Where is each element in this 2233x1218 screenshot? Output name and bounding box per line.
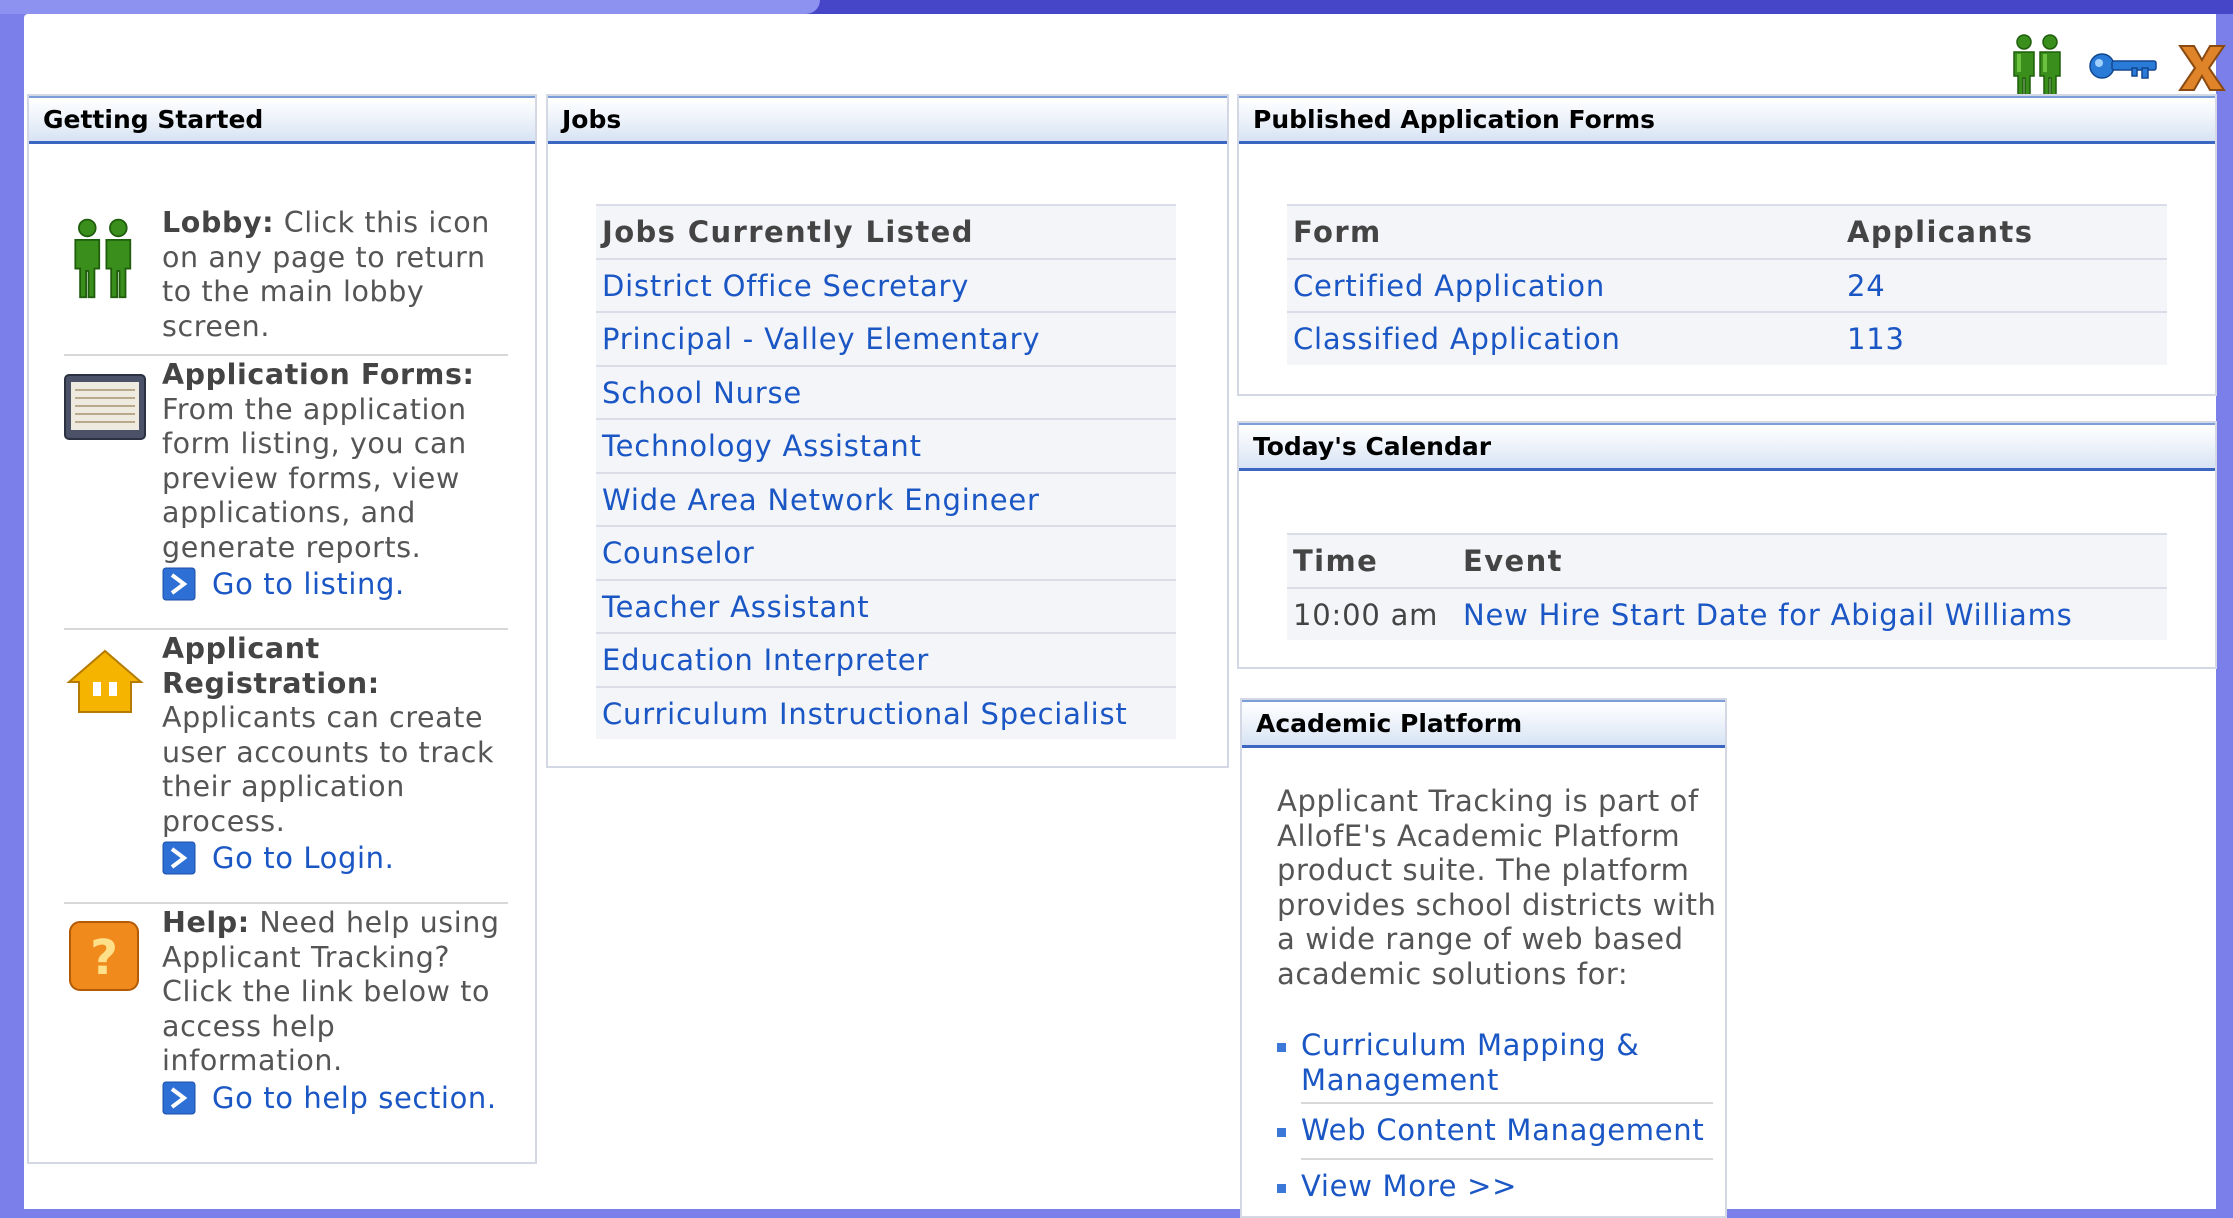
gs-lobby-heading: Lobby:: [162, 206, 275, 239]
published-forms-title: Published Application Forms: [1239, 96, 2215, 144]
svg-text:?: ?: [90, 930, 118, 986]
calendar-table-header-row: Time Event: [1287, 533, 2167, 587]
form-name-link[interactable]: Certified Application: [1293, 269, 1605, 303]
calendar-table: Time Event 10:00 am New Hire Start Date …: [1287, 533, 2167, 640]
gs-lobby-text: Lobby: Click this icon on any page to re…: [162, 206, 512, 344]
gs-registration-heading: Applicant Registration:: [162, 632, 380, 700]
academic-link-label[interactable]: View More >>: [1301, 1169, 1717, 1204]
gs-registration-desc: Applicants can create user accounts to t…: [162, 701, 495, 838]
form-name-link[interactable]: Classified Application: [1293, 322, 1621, 356]
academic-title: Academic Platform: [1242, 700, 1725, 748]
job-link[interactable]: Technology Assistant: [596, 418, 1176, 472]
bullet-icon: [1277, 1184, 1286, 1193]
gs-item-lobby: Lobby: Click this icon on any page to re…: [64, 206, 508, 356]
gs-item-registration: Applicant Registration: Applicants can c…: [64, 632, 508, 904]
academic-link-curriculum[interactable]: Curriculum Mapping & Management: [1277, 1028, 1717, 1098]
calendar-title: Today's Calendar: [1239, 423, 2215, 471]
academic-intro-text: Applicant Tracking is part of AllofE's A…: [1277, 784, 1717, 991]
form-applicant-count[interactable]: 113: [1847, 313, 1905, 365]
jobs-table: Jobs Currently Listed District Office Se…: [596, 204, 1176, 739]
calendar-col-event: Event: [1463, 544, 1563, 578]
jobs-panel: Jobs Jobs Currently Listed District Offi…: [546, 94, 1229, 768]
house-icon: [66, 649, 144, 713]
gs-item-help: ? Help: Need help using Applicant Tracki…: [64, 906, 508, 1146]
academic-platform-panel: Academic Platform Applicant Tracking is …: [1240, 698, 1727, 1218]
go-to-login-label[interactable]: Go to Login.: [212, 841, 394, 876]
gs-forms-text: Application Forms: From the application …: [162, 358, 512, 602]
window-tab-shape: [0, 0, 820, 14]
forms-table: Form Applicants Certified Application 24…: [1287, 204, 2167, 365]
lobby-people-icon: [74, 218, 132, 299]
table-row: 10:00 am New Hire Start Date for Abigail…: [1287, 586, 2167, 641]
getting-started-panel: Getting Started Lobby: Click this icon o…: [27, 94, 537, 1164]
getting-started-title: Getting Started: [29, 96, 535, 144]
job-link[interactable]: Curriculum Instructional Specialist: [596, 685, 1176, 740]
gs-forms-heading: Application Forms:: [162, 358, 475, 391]
forms-col-applicants: Applicants: [1847, 215, 2034, 249]
jobs-title: Jobs: [548, 96, 1227, 144]
divider: [1301, 1102, 1713, 1104]
go-to-help-label[interactable]: Go to help section.: [212, 1081, 497, 1116]
gs-help-heading: Help:: [162, 906, 250, 939]
forms-col-form: Form: [1293, 215, 1382, 249]
go-to-login-link[interactable]: Go to Login.: [162, 841, 512, 876]
job-link[interactable]: School Nurse: [596, 364, 1176, 419]
job-link[interactable]: District Office Secretary: [596, 257, 1176, 312]
arrow-right-icon: [162, 1081, 196, 1115]
divider: [1301, 1158, 1713, 1160]
published-forms-panel: Published Application Forms Form Applica…: [1237, 94, 2217, 396]
go-to-help-link[interactable]: Go to help section.: [162, 1081, 512, 1116]
todays-calendar-panel: Today's Calendar Time Event 10:00 am New…: [1237, 421, 2217, 669]
go-to-listing-link[interactable]: Go to listing.: [162, 567, 512, 602]
arrow-right-icon: [162, 841, 196, 875]
job-link[interactable]: Education Interpreter: [596, 632, 1176, 686]
bullet-icon: [1277, 1043, 1286, 1052]
calendar-event-link[interactable]: New Hire Start Date for Abigail Williams: [1463, 589, 2073, 641]
academic-link-label[interactable]: Web Content Management: [1301, 1113, 1717, 1148]
go-to-listing-label[interactable]: Go to listing.: [212, 567, 405, 602]
job-link[interactable]: Wide Area Network Engineer: [596, 471, 1176, 526]
form-applicant-count[interactable]: 24: [1847, 260, 1886, 312]
jobs-table-header: Jobs Currently Listed: [596, 204, 1176, 258]
gs-help-text: Help: Need help using Applicant Tracking…: [162, 906, 512, 1115]
bullet-icon: [1277, 1128, 1286, 1137]
table-row: Classified Application 113: [1287, 311, 2167, 365]
application-forms-icon: [64, 374, 146, 440]
academic-link-view-more[interactable]: View More >>: [1277, 1169, 1717, 1204]
job-link[interactable]: Counselor: [596, 525, 1176, 579]
academic-link-label[interactable]: Curriculum Mapping & Management: [1301, 1028, 1717, 1098]
help-question-icon: ?: [69, 921, 139, 991]
calendar-col-time: Time: [1293, 544, 1379, 578]
gs-item-application-forms: Application Forms: From the application …: [64, 358, 508, 630]
job-link[interactable]: Teacher Assistant: [596, 578, 1176, 633]
forms-table-header-row: Form Applicants: [1287, 204, 2167, 258]
table-row: Certified Application 24: [1287, 257, 2167, 312]
gs-registration-text: Applicant Registration: Applicants can c…: [162, 632, 512, 876]
academic-link-web-content[interactable]: Web Content Management: [1277, 1113, 1717, 1148]
job-link[interactable]: Principal - Valley Elementary: [596, 311, 1176, 365]
gs-forms-desc: From the application form listing, you c…: [162, 392, 467, 564]
calendar-event-time: 10:00 am: [1293, 597, 1439, 632]
arrow-right-icon: [162, 567, 196, 601]
